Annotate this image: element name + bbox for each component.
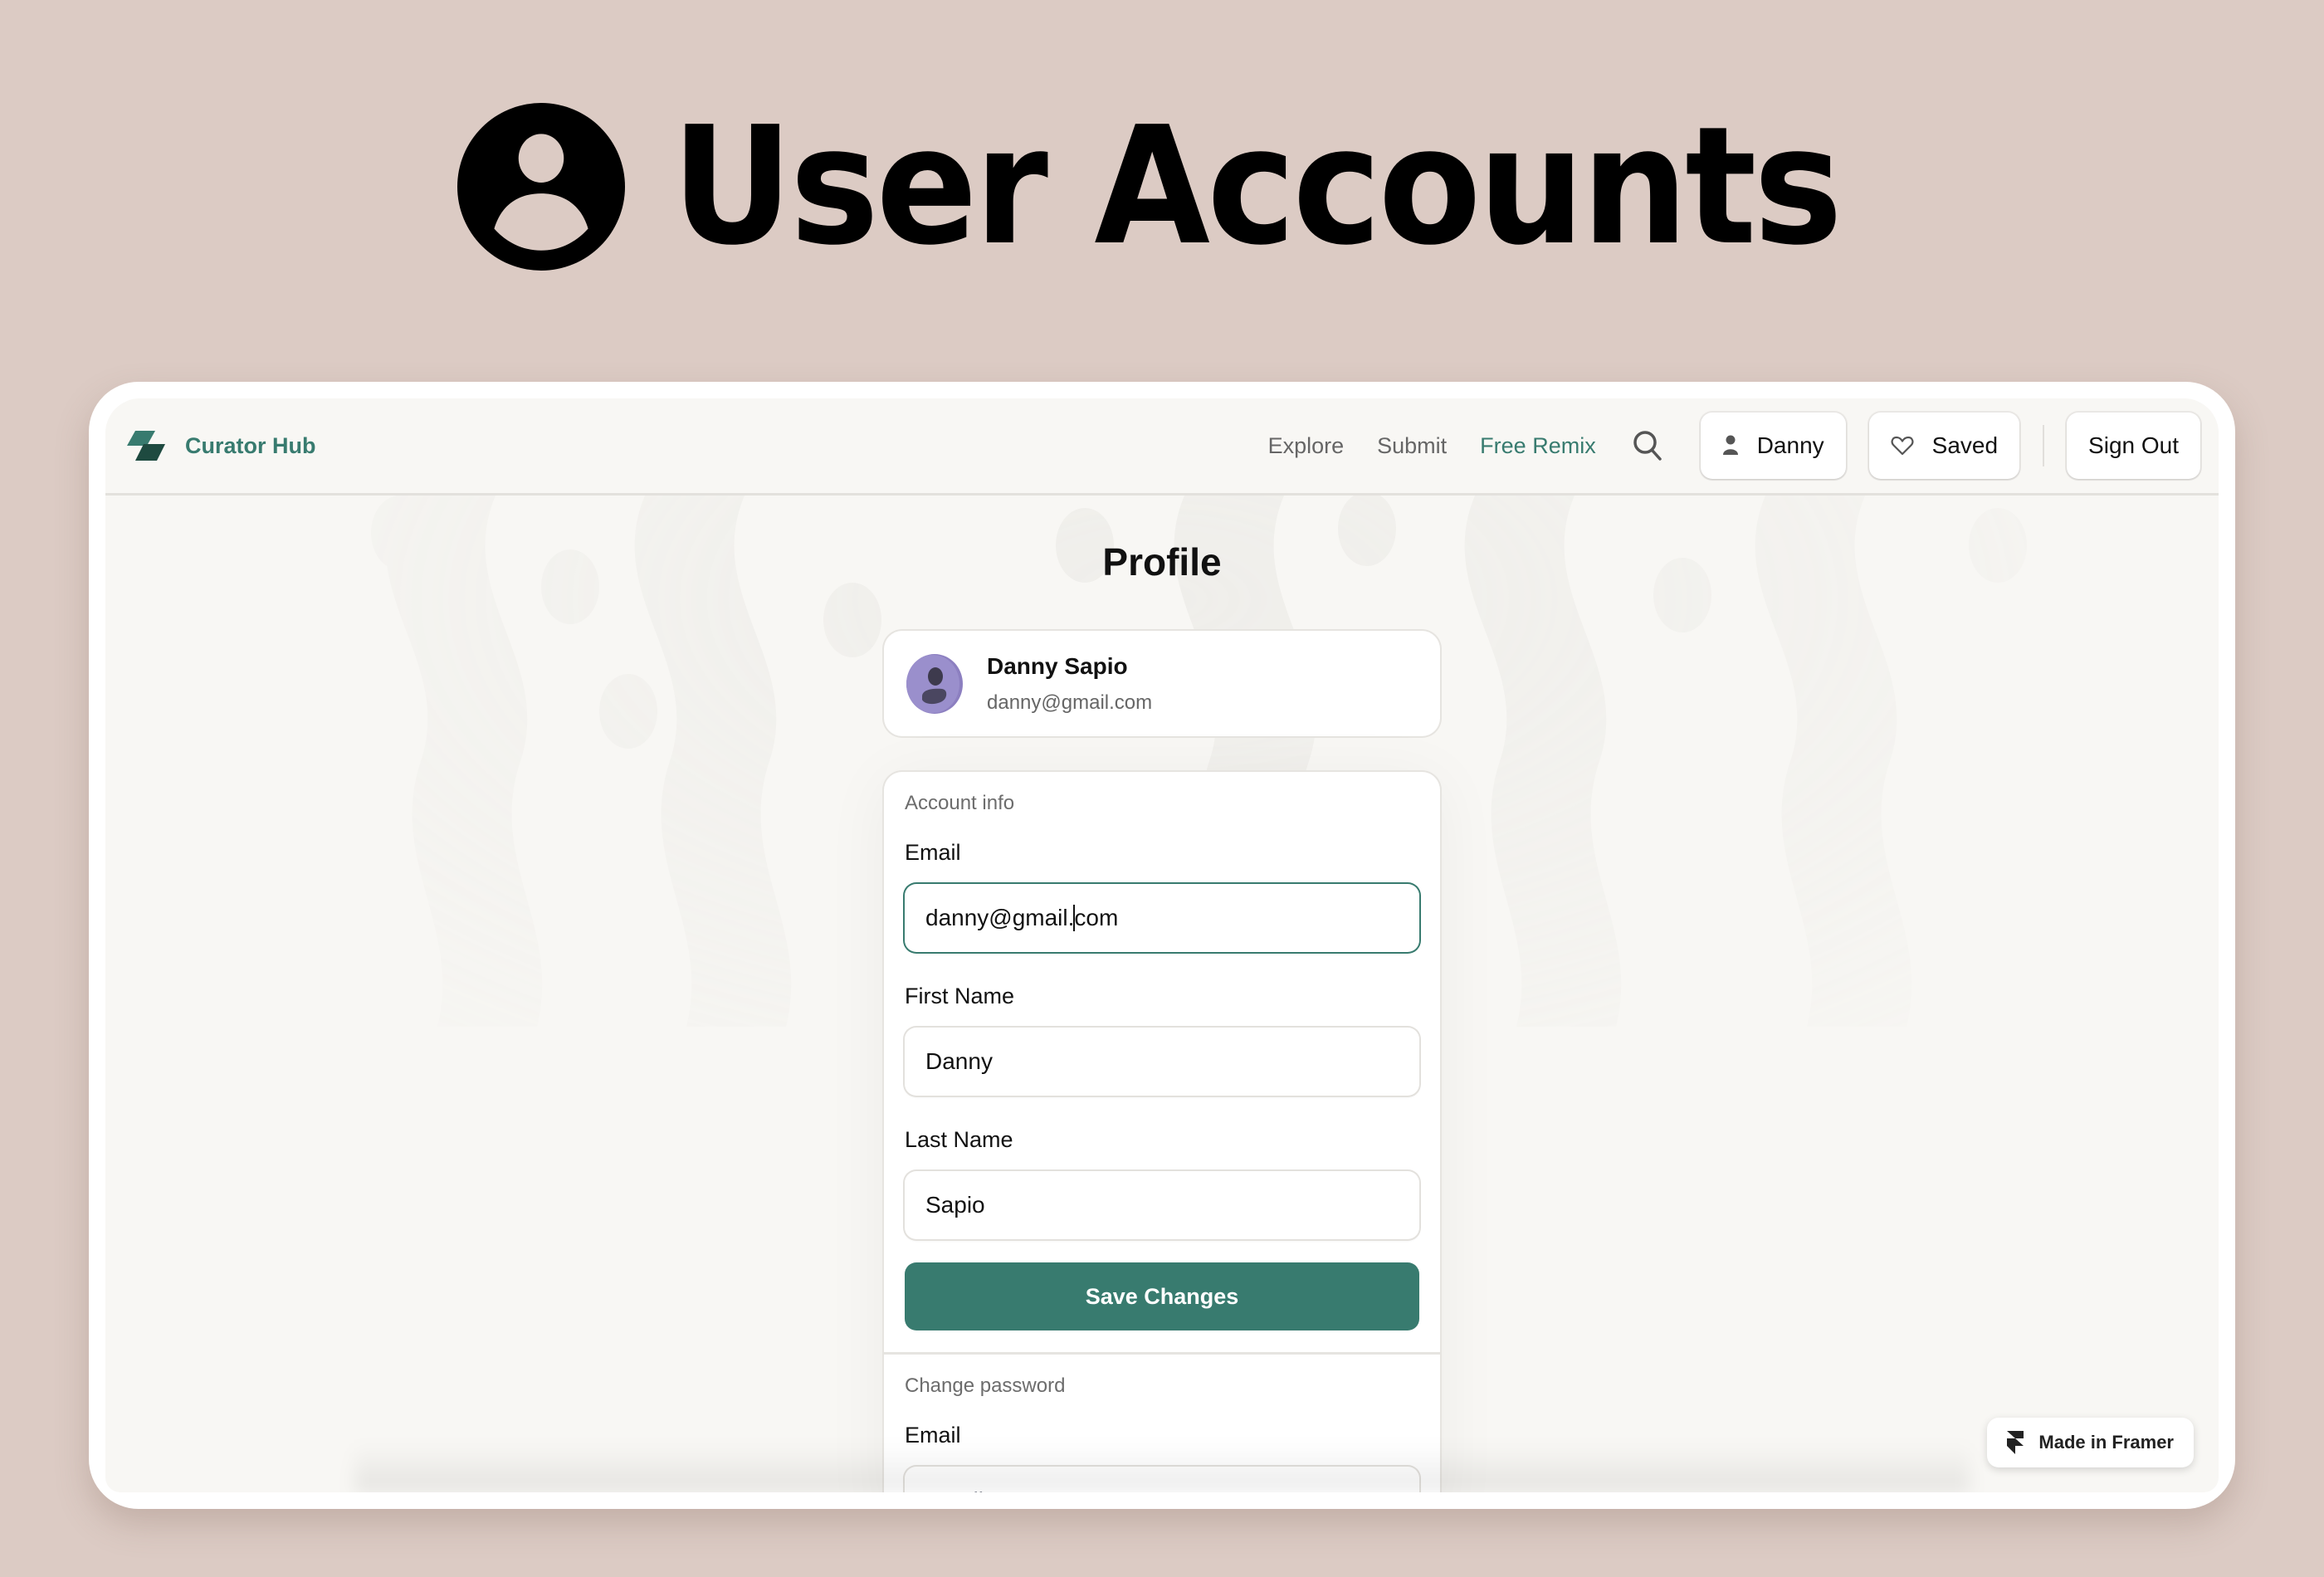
last-name-field[interactable]: Sapio: [905, 1171, 1419, 1239]
account-info-heading: Account info: [905, 792, 1015, 814]
brand[interactable]: Curator Hub: [124, 429, 316, 462]
search-icon: [1633, 431, 1662, 461]
email-value-end: com: [1074, 905, 1119, 930]
search-button[interactable]: [1629, 427, 1666, 464]
nav-menu: Explore Submit Free Remix Danny Saved Si…: [1268, 413, 2200, 479]
password-email-field[interactable]: Email: [905, 1467, 1419, 1492]
nav-divider: [2043, 425, 2045, 466]
person-icon: [1722, 435, 1738, 455]
saved-button[interactable]: Saved: [1868, 413, 2020, 479]
account-button-label: Danny: [1756, 432, 1824, 458]
user-email: danny@gmail.com: [987, 691, 1153, 714]
hero-title: User Accounts: [671, 92, 1843, 281]
user-circle-icon: [457, 103, 626, 271]
change-password-heading: Change password: [905, 1374, 1066, 1397]
first-name-label: First Name: [905, 984, 1015, 1008]
first-name-field[interactable]: Danny: [905, 1028, 1419, 1096]
user-summary-card: Danny Sapio danny@gmail.com: [884, 631, 1440, 736]
last-name-label: Last Name: [905, 1127, 1013, 1152]
made-in-framer-badge[interactable]: Made in Framer: [1987, 1418, 2194, 1467]
framer-badge-label: Made in Framer: [2038, 1432, 2174, 1452]
sign-out-button[interactable]: Sign Out: [2067, 413, 2200, 479]
nav-link-submit[interactable]: Submit: [1377, 433, 1447, 459]
hero-banner: User Accounts: [0, 91, 2324, 282]
saved-button-label: Saved: [1931, 432, 1999, 458]
top-nav-bar: Curator Hub Explore Submit Free Remix Da…: [105, 398, 2219, 496]
avatar: [906, 653, 963, 714]
save-changes-button[interactable]: Save Changes: [905, 1262, 1419, 1330]
password-email-label: Email: [905, 1423, 961, 1448]
sign-out-label: Sign Out: [2088, 432, 2179, 458]
framer-icon: [2007, 1431, 2024, 1454]
user-name: Danny Sapio: [987, 652, 1128, 679]
user-info: Danny Sapio danny@gmail.com: [987, 653, 1152, 715]
email-value-start: danny@gmail.: [925, 905, 1075, 930]
email-field[interactable]: danny@gmail. com: [905, 884, 1419, 952]
account-button[interactable]: Danny: [1700, 413, 1846, 479]
change-password-section: Change password Email Email: [884, 1355, 1440, 1492]
email-label: Email: [905, 840, 961, 865]
profile-form-card: Account info Email danny@gmail. com First…: [884, 772, 1440, 1492]
page-title: Profile: [1102, 540, 1222, 583]
heart-icon: [1891, 436, 1914, 456]
browser-frame: Curator Hub Explore Submit Free Remix Da…: [89, 382, 2235, 1509]
account-info-section: Account info Email danny@gmail. com First…: [884, 772, 1440, 1330]
app-window: Curator Hub Explore Submit Free Remix Da…: [105, 398, 2219, 1492]
nav-link-explore[interactable]: Explore: [1268, 433, 1345, 459]
nav-link-free-remix[interactable]: Free Remix: [1480, 433, 1596, 459]
brand-name: Curator Hub: [185, 432, 316, 458]
curator-hub-logo: [127, 431, 165, 461]
